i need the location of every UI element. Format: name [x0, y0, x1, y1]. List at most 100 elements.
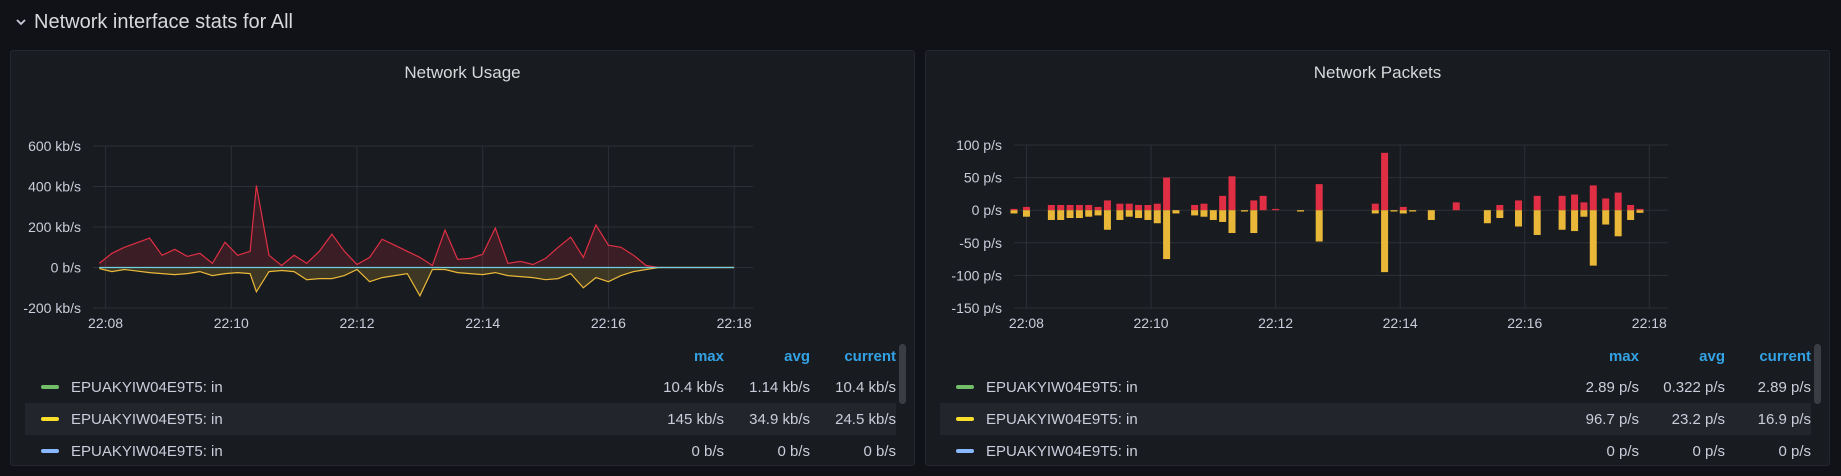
legend-col-max[interactable]: max — [638, 348, 724, 365]
bar — [1627, 204, 1635, 211]
bar — [1483, 210, 1491, 224]
series-name[interactable]: EPUAKYIW04E9T5: in — [986, 411, 1138, 428]
bar — [1272, 208, 1280, 211]
bar — [1125, 210, 1133, 217]
legend-col-current[interactable]: current — [1725, 348, 1811, 365]
bar — [1228, 176, 1236, 211]
bar — [1191, 210, 1199, 216]
series-name[interactable]: EPUAKYIW04E9T5: in — [986, 443, 1138, 460]
x-tick-label: 22:18 — [1632, 315, 1667, 331]
legend-row[interactable]: EPUAKYIW04E9T5: in 145 kb/s 34.9 kb/s 24… — [25, 403, 896, 435]
bar — [1602, 210, 1610, 225]
bar — [1515, 210, 1523, 227]
bar — [1589, 210, 1597, 266]
bar — [1057, 204, 1065, 211]
bar — [1066, 210, 1074, 219]
legend-header: max avg current — [940, 341, 1811, 371]
y-tick-label: 400 kb/s — [28, 179, 81, 195]
series-color-swatch[interactable] — [956, 417, 974, 421]
legend-col-max[interactable]: max — [1553, 348, 1639, 365]
bar — [1297, 210, 1305, 212]
bar — [1144, 204, 1152, 211]
legend-scrollbar[interactable] — [899, 344, 906, 404]
bar — [1219, 210, 1227, 222]
legend-current: 0 p/s — [1778, 442, 1811, 460]
y-tick-label: -200 kb/s — [23, 300, 81, 316]
legend-col-avg[interactable]: avg — [724, 348, 810, 365]
bar — [1558, 195, 1566, 211]
series-name[interactable]: EPUAKYIW04E9T5: in — [71, 443, 223, 460]
bar — [1571, 210, 1579, 232]
panel-title[interactable]: Network Packets — [926, 63, 1829, 83]
chevron-down-icon[interactable] — [14, 15, 28, 29]
bar — [1094, 210, 1102, 216]
x-tick-label: 22:10 — [1134, 315, 1169, 331]
legend-max: 0 b/s — [691, 442, 724, 460]
bar — [1144, 210, 1152, 220]
bar — [1452, 202, 1460, 211]
legend-row[interactable]: EPUAKYIW04E9T5: in 2.89 p/s 0.322 p/s 2.… — [940, 371, 1811, 403]
x-tick-label: 22:10 — [214, 315, 249, 331]
bar — [1381, 152, 1389, 211]
x-tick-label: 22:12 — [1258, 315, 1293, 331]
legend-row[interactable]: EPUAKYIW04E9T5: in 96.7 p/s 23.2 p/s 16.… — [940, 403, 1811, 435]
legend-row[interactable]: EPUAKYIW04E9T5: in 0 b/s 0 b/s 0 b/s — [25, 435, 896, 467]
bar — [1315, 210, 1323, 242]
series-color-swatch[interactable] — [41, 417, 59, 421]
bar — [1094, 206, 1102, 211]
legend-col-current[interactable]: current — [810, 348, 896, 365]
series-color-swatch[interactable] — [956, 449, 974, 453]
legend-current: 0 b/s — [863, 442, 896, 460]
y-tick-label: -100 p/s — [951, 267, 1002, 283]
bar — [1627, 210, 1635, 220]
x-tick-label: 22:08 — [88, 315, 123, 331]
bar — [1371, 210, 1379, 214]
series-color-swatch[interactable] — [41, 385, 59, 389]
bar — [1636, 208, 1644, 211]
bar — [1153, 210, 1161, 224]
bar — [1240, 210, 1248, 212]
legend-avg: 1.14 kb/s — [749, 378, 810, 396]
bar — [1219, 195, 1227, 211]
legend-scrollbar[interactable] — [1814, 344, 1821, 404]
bar — [1496, 210, 1504, 219]
y-tick-label: 100 p/s — [956, 137, 1002, 153]
bar — [1228, 210, 1236, 234]
series-name[interactable]: EPUAKYIW04E9T5: in — [986, 379, 1138, 396]
legend-avg: 0 b/s — [777, 442, 810, 460]
bar — [1399, 210, 1407, 214]
bar — [1614, 192, 1622, 211]
x-tick-label: 22:14 — [1383, 315, 1418, 331]
bar — [1390, 210, 1398, 212]
network-usage-chart[interactable]: 600 kb/s 400 kb/s 200 kb/s 0 b/s -200 kb/s 22… — [11, 91, 916, 341]
panel-network-usage: Network Usage 600 kb/s 400 kb/s 200 kb/s 0 … — [10, 50, 915, 466]
x-tick-label: 22:14 — [465, 315, 500, 331]
series-color-swatch[interactable] — [956, 385, 974, 389]
panel-title[interactable]: Network Usage — [11, 63, 914, 83]
y-tick-label: -150 p/s — [951, 300, 1002, 316]
bar — [1085, 210, 1093, 217]
legend-avg: 23.2 p/s — [1671, 410, 1725, 428]
bar — [1533, 195, 1541, 211]
bar — [1153, 203, 1161, 211]
bar — [1580, 210, 1588, 217]
legend-max: 10.4 kb/s — [663, 378, 724, 396]
series-name[interactable]: EPUAKYIW04E9T5: in — [71, 411, 223, 428]
y-tick-label: 200 kb/s — [28, 219, 81, 235]
legend-col-avg[interactable]: avg — [1639, 348, 1725, 365]
series-color-swatch[interactable] — [41, 449, 59, 453]
bar — [1116, 203, 1124, 211]
series-name[interactable]: EPUAKYIW04E9T5: in — [71, 379, 223, 396]
bar — [1047, 210, 1055, 220]
bar — [1580, 202, 1588, 211]
x-tick-label: 22:12 — [339, 315, 374, 331]
network-packets-chart[interactable]: 100 p/s 50 p/s 0 p/s -50 p/s -100 p/s -150 p/… — [926, 91, 1831, 341]
legend-row[interactable]: EPUAKYIW04E9T5: in 10.4 kb/s 1.14 kb/s 1… — [25, 371, 896, 403]
bar — [1558, 210, 1566, 230]
panel-network-packets: Network Packets 100 p/s 50 p/s 0 p/s -50 p/… — [925, 50, 1830, 466]
legend-row[interactable]: EPUAKYIW04E9T5: in 0 p/s 0 p/s 0 p/s — [940, 435, 1811, 467]
x-tick-label: 22:08 — [1009, 315, 1044, 331]
row-header[interactable]: Network interface stats for All — [14, 8, 293, 36]
bar — [1589, 185, 1597, 211]
bar — [1010, 208, 1018, 211]
